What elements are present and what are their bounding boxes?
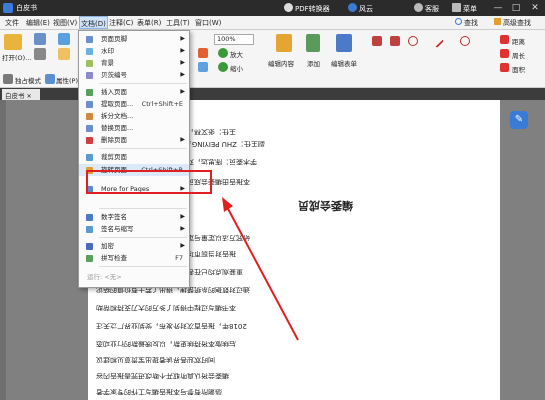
pointer-arrow <box>222 197 299 341</box>
